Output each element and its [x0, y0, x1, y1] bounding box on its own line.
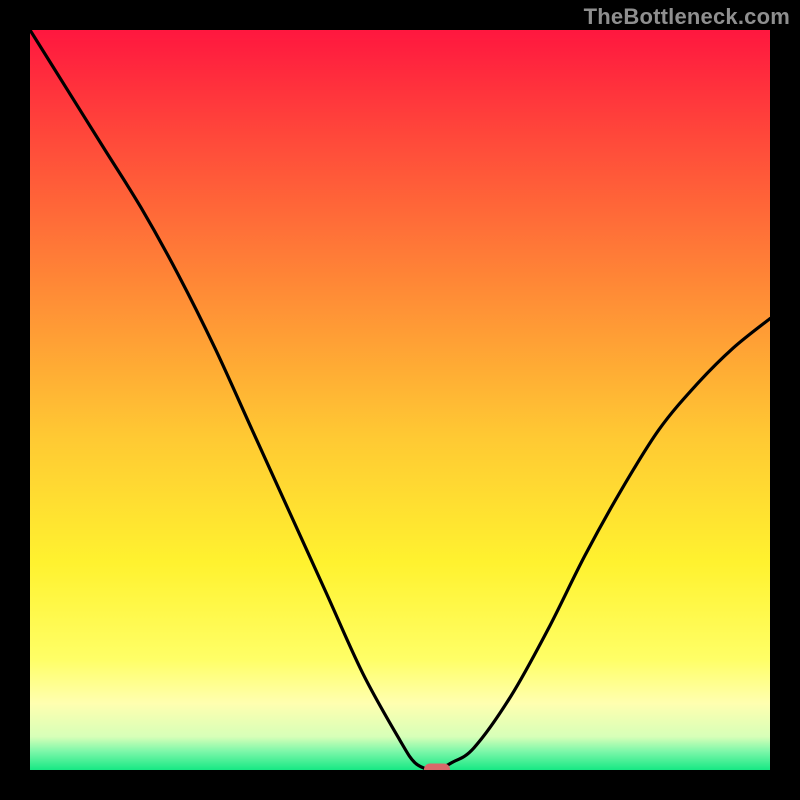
watermark-label: TheBottleneck.com [584, 4, 790, 30]
chart-frame: TheBottleneck.com [0, 0, 800, 800]
gradient-background [30, 30, 770, 770]
chart-svg [30, 30, 770, 770]
min-marker [424, 764, 450, 771]
plot-area [30, 30, 770, 770]
